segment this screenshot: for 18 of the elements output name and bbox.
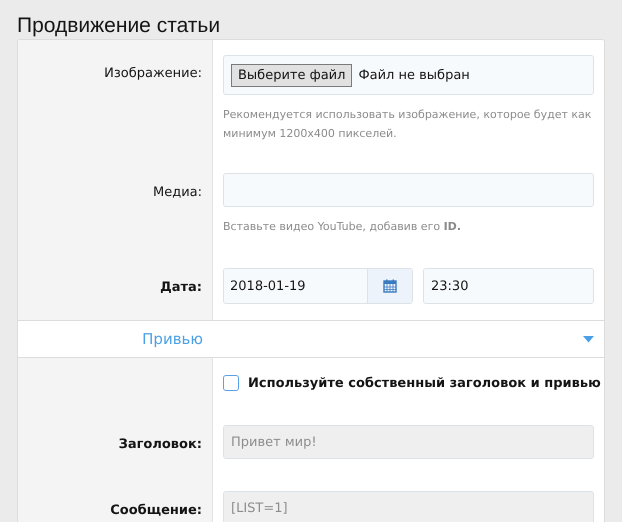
file-status: Файл не выбран — [358, 68, 470, 82]
field-label: Заголовок: — [118, 437, 202, 452]
field-label: Сообщение: — [110, 503, 202, 518]
field-label: Медиа: — [153, 185, 202, 200]
caret-icon — [583, 336, 594, 342]
file-input[interactable]: Выберите файл Файл не выбран — [223, 55, 594, 95]
checkbox[interactable] — [223, 375, 239, 391]
choose-file-button[interactable]: Выберите файл — [231, 64, 352, 86]
hint-text: Рекомендуется использовать изображение, которое будет как минимум 1200x400 пикселей. — [223, 107, 592, 142]
date-field[interactable]: 2018-01-19 — [223, 268, 413, 304]
field-label: Дата: — [160, 280, 202, 295]
text-field[interactable] — [223, 173, 594, 207]
calendar-icon — [383, 279, 397, 293]
checkbox-label: Используйте собственный заголовок и привью — [248, 376, 601, 390]
time-field[interactable]: 23:30 — [423, 268, 594, 304]
field-label: Изображение: — [104, 66, 202, 81]
hint-text: Вставьте видео YouTube, добавив его ID. — [223, 219, 462, 235]
page-title: Продвижение статьи — [17, 13, 222, 39]
